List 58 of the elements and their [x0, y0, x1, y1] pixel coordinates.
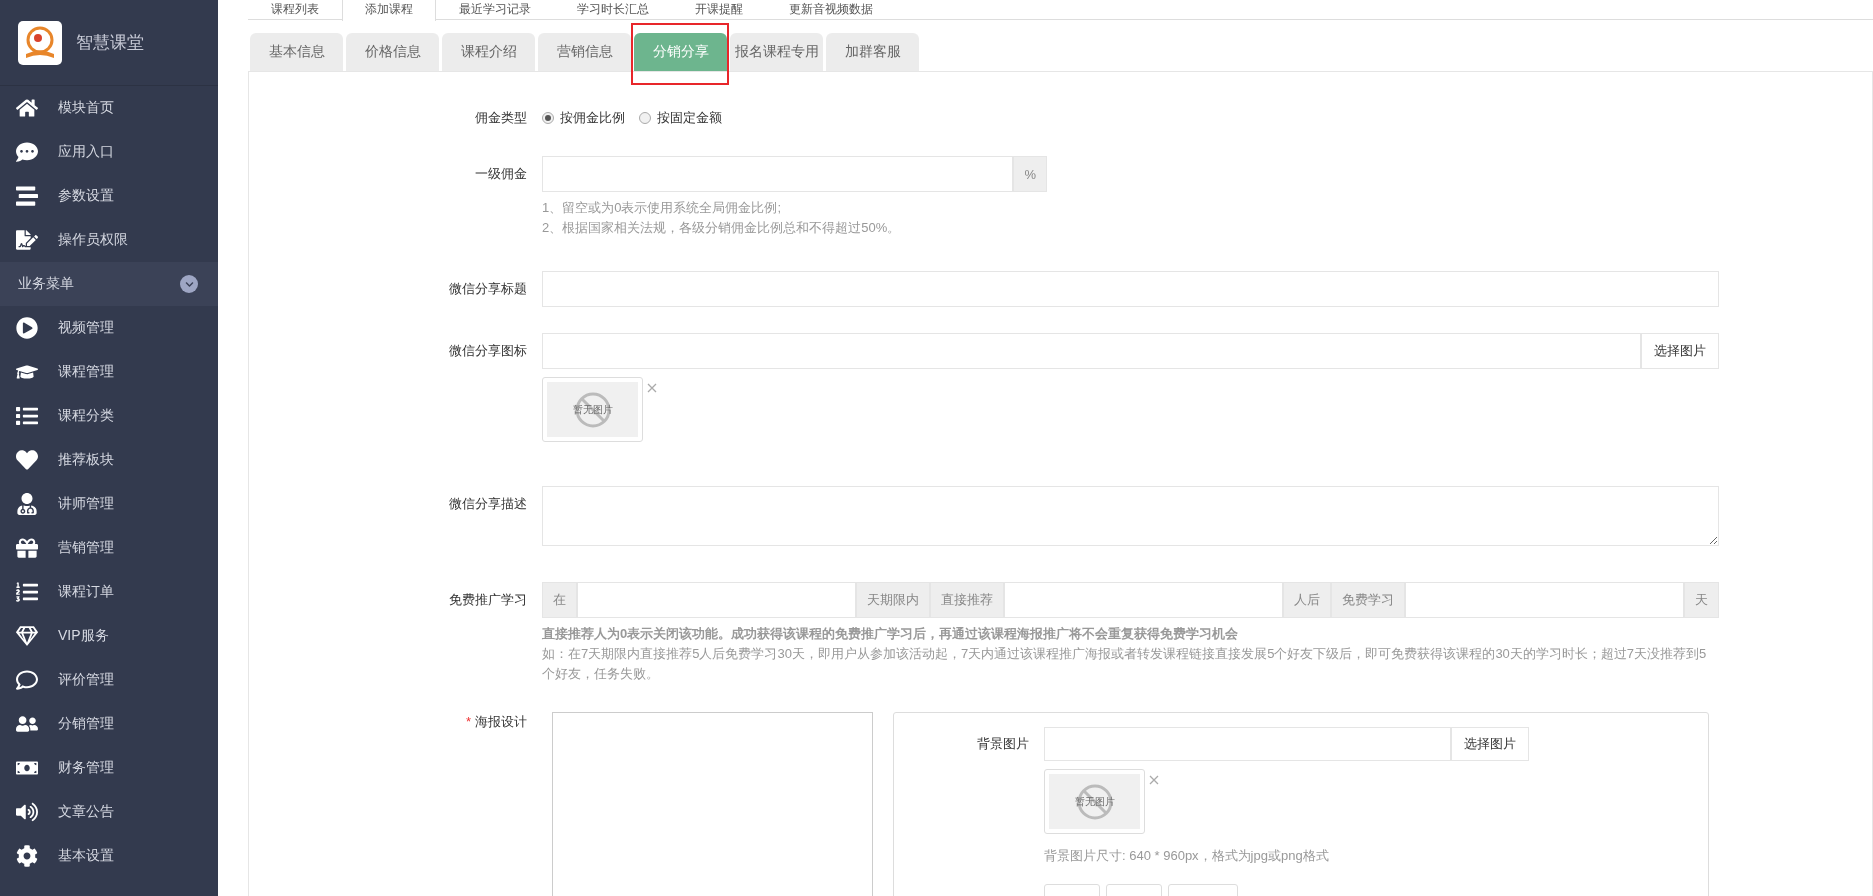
required-mark: * [465, 714, 471, 729]
sidebar-item[interactable]: 应用入口 [0, 130, 218, 174]
sidebar-item[interactable]: 分销管理 [0, 702, 218, 746]
input-addon: 直接推荐 [930, 582, 1004, 618]
tab[interactable]: 课程介绍 [442, 33, 535, 71]
tab[interactable]: 更新音视频数据 [766, 0, 896, 20]
hint-text: 背景图片尺寸: 640 * 960px，格式为jpg或png格式 [1044, 847, 1330, 865]
sidebar-item[interactable]: 课程分类 [0, 394, 218, 438]
tab[interactable]: 学习时长汇总 [554, 0, 672, 20]
tab[interactable]: 营销信息 [538, 33, 631, 71]
field-label: 微信分享描述 [448, 495, 528, 513]
tab[interactable]: 报名课程专用 [730, 33, 823, 71]
sidebar-item[interactable]: 讲师管理 [0, 482, 218, 526]
field-label: 免费推广学习 [448, 591, 528, 609]
sidebar-item[interactable]: 模块首页 [0, 86, 218, 130]
tab[interactable]: 最近学习记录 [436, 0, 554, 20]
hint-text: 2、根据国家相关法规，各级分销佣金比例总和不得超过50%。 [542, 219, 902, 237]
tab[interactable]: 基本信息 [250, 33, 343, 71]
input-addon: 免费学习 [1331, 582, 1405, 618]
sidebar-item[interactable]: 操作员权限 [0, 218, 218, 262]
sidebar-item[interactable]: 基本设置 [0, 834, 218, 878]
tab[interactable]: 开课提醒 [672, 0, 766, 20]
sidebar-item[interactable]: 推荐板块 [0, 438, 218, 482]
field-label: 微信分享标题 [448, 280, 528, 298]
menu-section-header[interactable]: 业务菜单 [0, 262, 218, 306]
field-label: 佣金类型 [474, 109, 528, 127]
input-addon: 人后 [1283, 582, 1331, 618]
radio-label: 按佣金比例 [560, 109, 625, 127]
sidebar-item[interactable]: VIP服务 [0, 614, 218, 658]
sidebar-item[interactable]: 参数设置 [0, 174, 218, 218]
field-label: 微信分享图标 [448, 342, 528, 360]
hint-text: 1、留空或为0表示使用系统全局佣金比例; [542, 199, 783, 217]
no-image-text: 暂无图片 [572, 402, 613, 417]
field-label: 海报设计 [475, 714, 527, 729]
field-label: 背景图片 [976, 735, 1030, 753]
no-image-text: 暂无图片 [1074, 794, 1115, 809]
tab[interactable]: 课程列表 [248, 0, 342, 20]
sidebar-item[interactable]: 营销管理 [0, 526, 218, 570]
input-addon: 天期限内 [856, 582, 930, 618]
input-addon: 天 [1684, 582, 1719, 618]
sidebar-item[interactable]: 视频管理 [0, 306, 218, 350]
note-text: 直接推荐人为0表示关闭该功能。成功获得该课程的免费推广学习后，再通过该课程海报推广将不会重复获得免费学习机会 [542, 625, 1240, 643]
percent-addon: % [1013, 156, 1047, 192]
sidebar-item[interactable]: 课程管理 [0, 350, 218, 394]
tab[interactable]: 加群客服 [826, 33, 919, 71]
sidebar-item[interactable]: 课程订单 [0, 570, 218, 614]
sidebar-item[interactable]: 财务管理 [0, 746, 218, 790]
example-text: 如：在7天期限内直接推荐5人后免费学习30天，即用户从参加该活动起，7天内通过该课程推广海报或者转发课程链接直接发展5个好友下级后，即可免费获得该课程的30天的学习时长；超过7天没推荐到5个好友，任务失败。 [542, 645, 1708, 683]
sidebar-item[interactable]: 文章公告 [0, 790, 218, 834]
tab[interactable]: 价格信息 [346, 33, 439, 71]
choose-image-button[interactable]: 选择图片 [1641, 333, 1719, 369]
sidebar-item[interactable]: 评价管理 [0, 658, 218, 702]
input-addon: 在 [542, 582, 577, 618]
choose-image-button[interactable]: 选择图片 [1451, 727, 1529, 761]
radio-label: 按固定金额 [657, 109, 722, 127]
tab[interactable]: 添加课程 [342, 0, 436, 21]
field-label: 一级佣金 [474, 165, 528, 183]
brand-name: 智慧课堂 [76, 32, 144, 54]
